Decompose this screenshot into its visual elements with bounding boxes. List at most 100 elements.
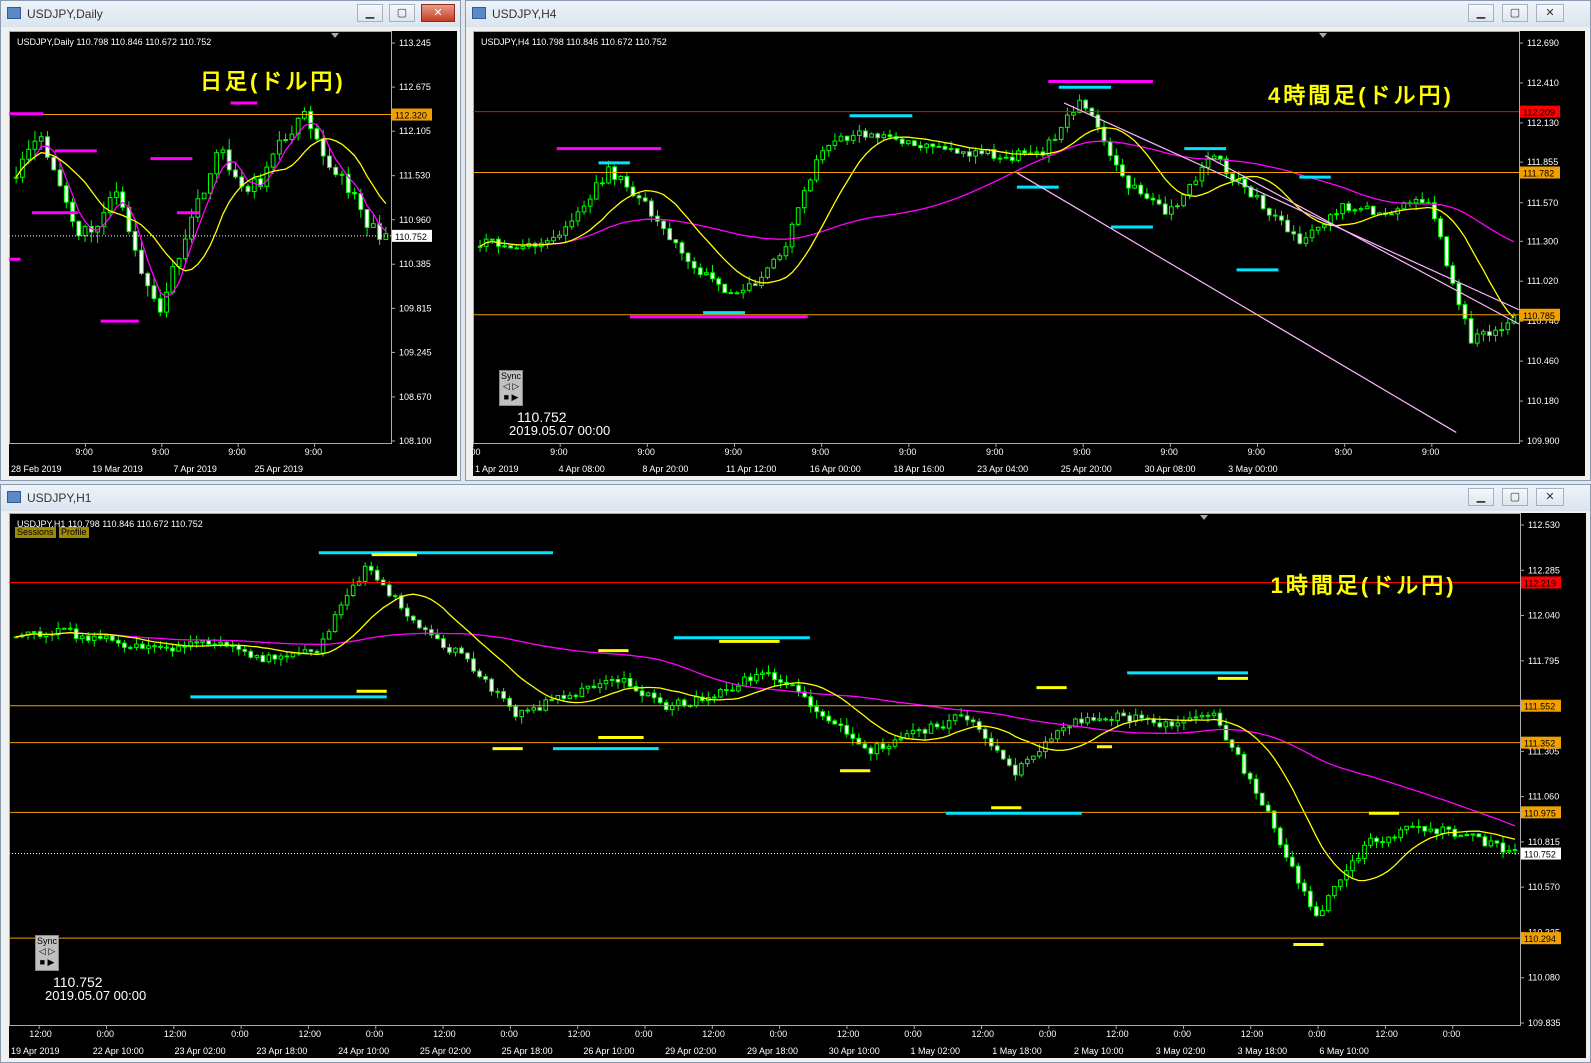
candle-body	[826, 715, 832, 722]
minimize-button[interactable]: ▁	[1468, 488, 1494, 506]
close-button[interactable]: ✕	[1536, 488, 1564, 506]
candle-body	[1052, 138, 1058, 141]
h4-chart-canvas[interactable]: USDJPY,H4 110.798 110.846 110.672 110.75…	[473, 31, 1585, 476]
candle-body	[1025, 758, 1030, 765]
candle-body	[453, 647, 458, 653]
candle-body	[958, 714, 964, 717]
candle-body	[898, 738, 904, 741]
maximize-button[interactable]: ▢	[1502, 4, 1528, 22]
candle-body	[609, 678, 615, 681]
date-tick-label: 11 Apr 12:00	[726, 464, 776, 474]
y-tick-label: 110.180	[1527, 396, 1559, 406]
price-tag-label: 112.209	[1523, 108, 1555, 118]
candle-body	[1303, 237, 1309, 244]
maximize-button[interactable]: ▢	[1502, 488, 1528, 506]
time-tick-label: 12:00	[1375, 1029, 1398, 1039]
candle-body	[1193, 716, 1199, 719]
candle-body	[973, 150, 978, 157]
date-tick-label: 8 Apr 20:00	[642, 464, 688, 474]
date-tick-label: 4 Apr 08:00	[559, 464, 605, 474]
y-tick-label: 109.815	[399, 303, 432, 313]
daily-titlebar[interactable]: USDJPY,Daily ▁ ▢ ✕	[1, 1, 460, 27]
candle-body	[838, 723, 844, 726]
candle-body	[226, 149, 232, 171]
y-tick-label: 110.080	[1528, 973, 1560, 983]
candle-body	[1279, 215, 1284, 221]
candle-body	[63, 185, 69, 203]
candle-body	[208, 173, 213, 194]
candle-body	[519, 709, 524, 718]
candle-body	[1101, 126, 1107, 143]
h4-titlebar[interactable]: USDJPY,H4 ▁ ▢ ✕	[466, 1, 1590, 27]
date-tick-label: 24 Apr 10:00	[338, 1046, 389, 1056]
candle-body	[1362, 844, 1367, 860]
candle-body	[1464, 834, 1470, 837]
candle-body	[1346, 203, 1352, 212]
sessions-button[interactable]: Sessions	[15, 527, 56, 538]
candle-body	[195, 198, 201, 218]
close-button[interactable]: ✕	[421, 4, 455, 22]
candle-body	[673, 239, 679, 244]
h1-sync-panel[interactable]: Sync ◁ ▷ ■ ▶	[35, 935, 59, 971]
daily-chart-canvas[interactable]: USDJPY,Daily 110.798 110.846 110.672 110…	[9, 31, 457, 476]
candle-body	[507, 697, 512, 707]
candle-body	[447, 647, 452, 653]
chart-window-icon	[7, 491, 21, 503]
time-tick-label: 12:00	[702, 1029, 725, 1039]
close-button[interactable]: ✕	[1536, 4, 1564, 22]
candle-body	[587, 198, 593, 207]
candle-body	[477, 670, 482, 678]
candle-body	[38, 136, 44, 142]
date-tick-label: 28 Feb 2019	[11, 464, 62, 474]
date-tick-label: 1 Apr 2019	[475, 464, 519, 474]
candle-body	[615, 678, 621, 683]
candle-body	[710, 272, 715, 280]
daily-chart-svg[interactable]: USDJPY,Daily 110.798 110.846 110.672 110…	[9, 31, 457, 476]
candle-body	[1193, 180, 1199, 185]
h1-titlebar[interactable]: USDJPY,H1 ▁ ▢ ✕	[1, 485, 1590, 511]
h1-chart-svg[interactable]: USDJPY,H1 110.798 110.846 110.672 110.75…	[9, 513, 1586, 1058]
candle-body	[1332, 885, 1337, 897]
candle-body	[603, 679, 609, 685]
candle-body	[1043, 741, 1048, 753]
slow-moving-average	[15, 632, 1516, 827]
candle-body	[728, 292, 734, 295]
minimize-button[interactable]: ▁	[357, 4, 383, 22]
candle-body	[778, 679, 783, 683]
candle-body	[338, 604, 344, 616]
date-tick-label: 1 May 18:00	[992, 1046, 1042, 1056]
candle-body	[697, 267, 703, 276]
candle-body	[1009, 156, 1015, 161]
daily-chart-window[interactable]: USDJPY,Daily ▁ ▢ ✕ USDJPY,Daily 110.798 …	[0, 0, 461, 481]
h4-chart-svg[interactable]: USDJPY,H4 110.798 110.846 110.672 110.75…	[473, 31, 1585, 476]
candle-body	[826, 144, 832, 152]
candle-body	[772, 672, 777, 681]
h1-chart-window[interactable]: USDJPY,H1 ▁ ▢ ✕ USDJPY,H1 110.798 110.84…	[0, 484, 1591, 1063]
h1-chart-canvas[interactable]: USDJPY,H1 110.798 110.846 110.672 110.75…	[9, 513, 1586, 1058]
candle-body	[1162, 203, 1168, 215]
candle-body	[151, 285, 157, 300]
candle-body	[1126, 175, 1131, 189]
candle-body	[946, 720, 952, 729]
candle-body	[1169, 206, 1174, 215]
date-tick-label: 23 Apr 02:00	[175, 1046, 226, 1056]
price-tag-label: 110.294	[1524, 934, 1556, 944]
candle-body	[139, 249, 144, 274]
h4-chart-window[interactable]: USDJPY,H4 ▁ ▢ ✕ USDJPY,H4 110.798 110.84…	[465, 0, 1591, 481]
candle-body	[1103, 718, 1108, 721]
h4-sync-panel[interactable]: Sync ◁ ▷ ■ ▶	[499, 370, 523, 406]
candle-body	[314, 650, 320, 654]
candle-body	[575, 211, 581, 222]
maximize-button[interactable]: ▢	[389, 4, 415, 22]
candle-body	[754, 673, 759, 682]
candle-body	[1067, 726, 1072, 729]
candle-body	[1506, 849, 1512, 853]
minimize-button[interactable]: ▁	[1468, 4, 1494, 22]
profile-button[interactable]: Profile	[59, 527, 89, 538]
date-tick-label: 1 May 02:00	[910, 1046, 960, 1056]
y-tick-label: 108.670	[399, 392, 432, 402]
candle-body	[370, 223, 376, 228]
candle-body	[245, 185, 251, 193]
candle-body	[693, 696, 699, 707]
y-tick-label: 111.060	[1528, 792, 1559, 802]
